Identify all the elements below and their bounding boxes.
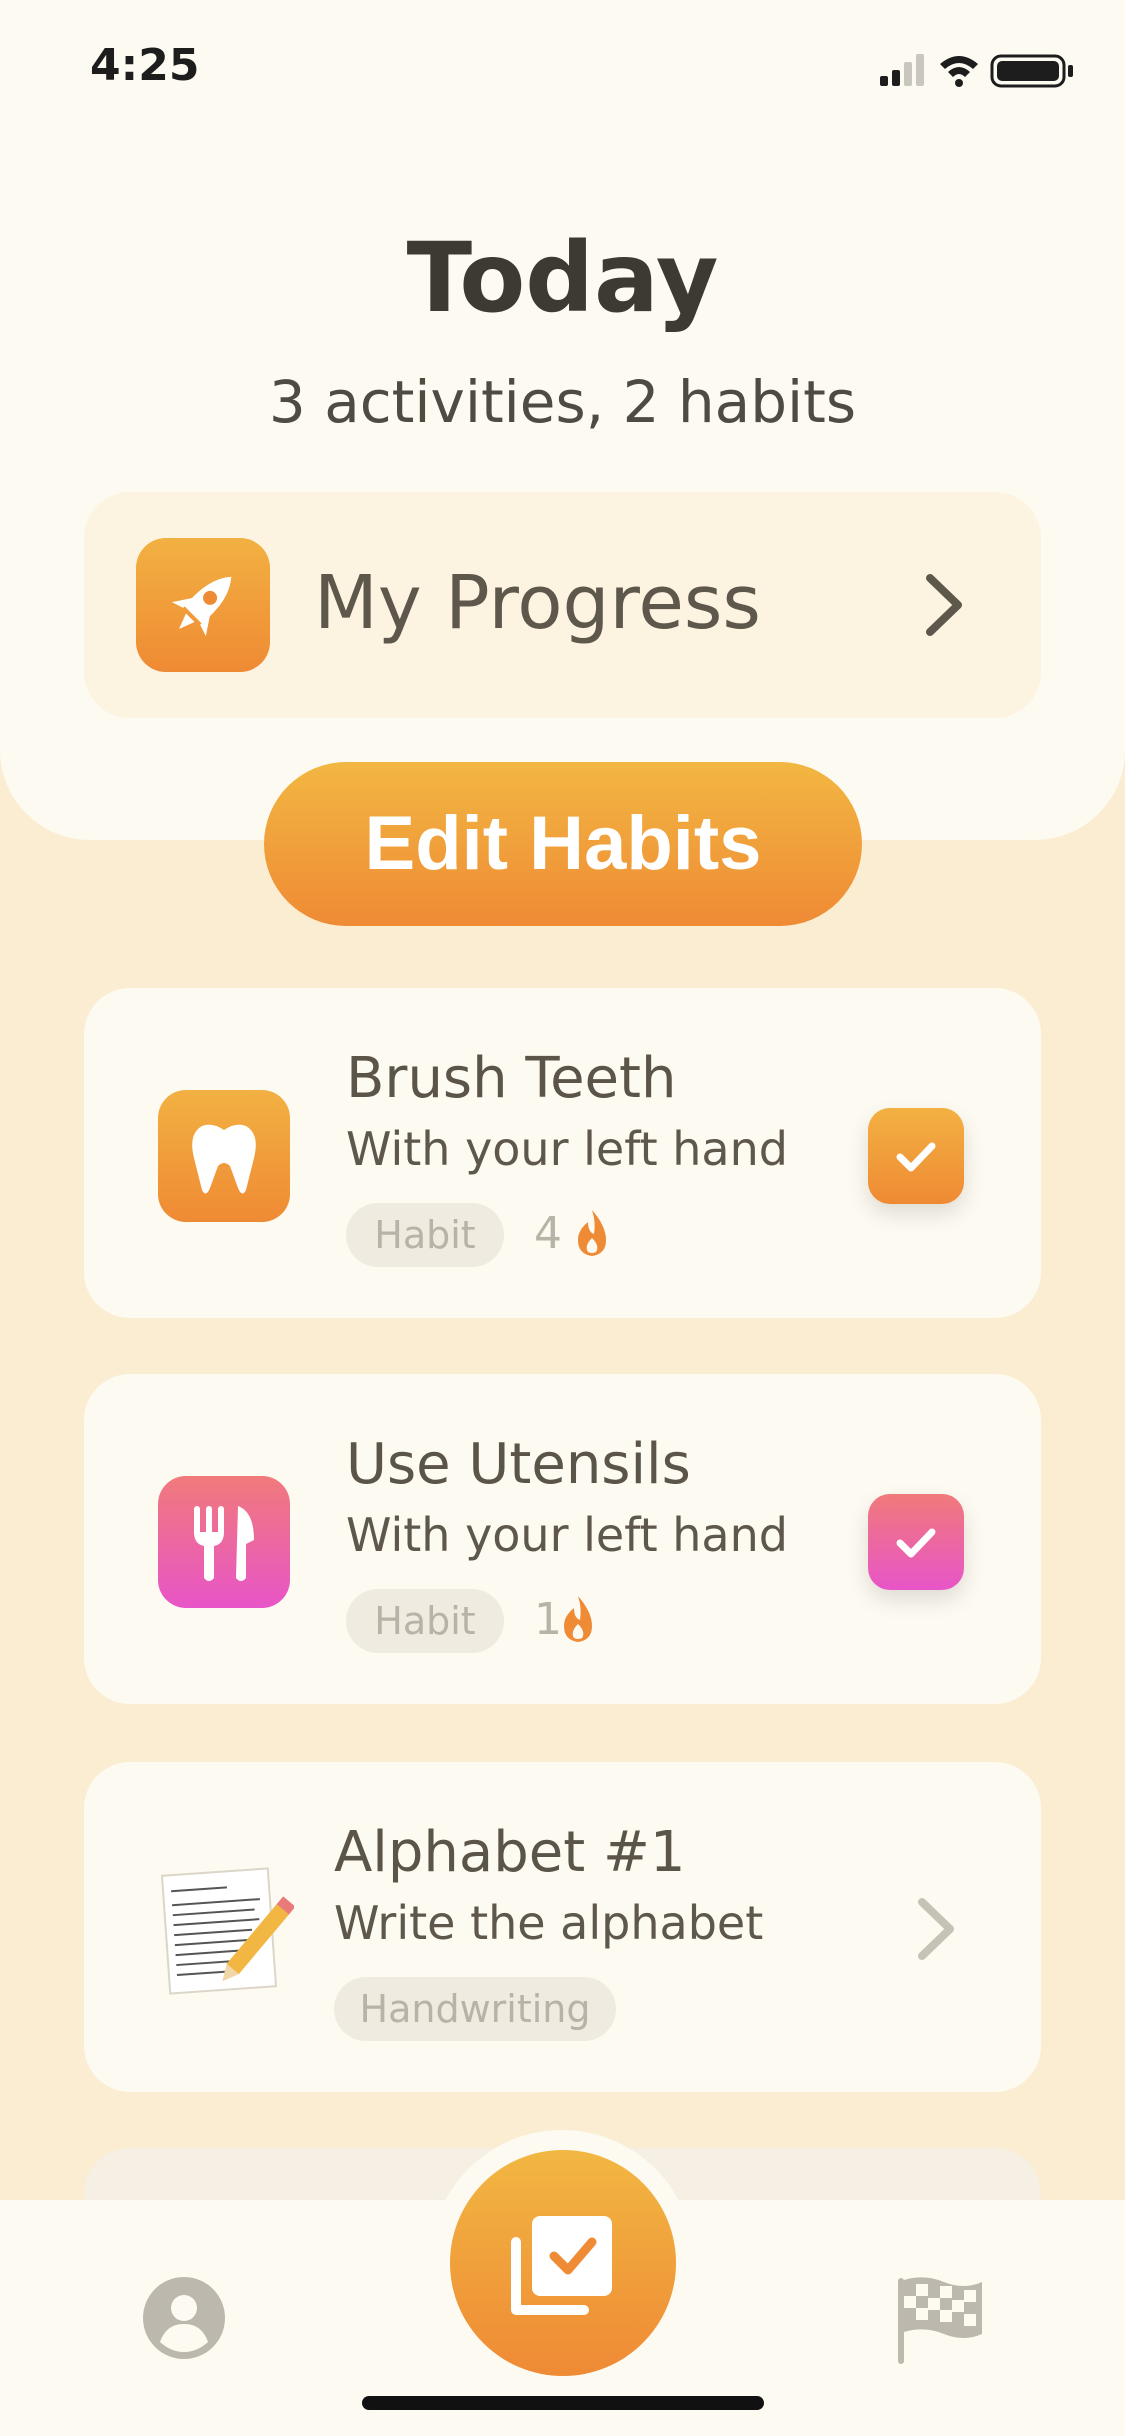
flame-icon: [564, 1596, 592, 1642]
activities-check-icon: [511, 2216, 612, 2315]
checkmark-icon: [896, 1528, 936, 1558]
checkmark-icon: [896, 1142, 936, 1172]
battery-icon: [990, 54, 1073, 88]
edit-habits-button[interactable]: Edit Habits: [264, 762, 862, 926]
activity-title: Brush Teeth: [346, 1046, 677, 1111]
flame-icon: [578, 1210, 606, 1256]
rocket-icon: [136, 538, 270, 672]
tag-habit: Habit: [346, 1589, 504, 1653]
activity-title: Alphabet #1: [334, 1820, 686, 1885]
tag-handwriting: Handwriting: [334, 1977, 616, 2041]
chevron-right-icon: [926, 574, 962, 636]
activity-subtitle: Write the alphabet: [334, 1896, 764, 1950]
status-icons: [880, 54, 1073, 88]
fork-knife-icon: [158, 1476, 290, 1608]
streak-count: 4: [534, 1208, 562, 1259]
home-indicator: [362, 2396, 764, 2410]
tag-habit: Habit: [346, 1203, 504, 1267]
profile-icon[interactable]: [142, 2276, 226, 2360]
complete-checkbox[interactable]: [868, 1108, 964, 1204]
checkered-flag-icon[interactable]: [894, 2272, 986, 2368]
activities-tab-button[interactable]: [450, 2150, 676, 2376]
wifi-icon: [940, 56, 978, 87]
page-title: Today: [406, 222, 719, 334]
activity-subtitle: With your left hand: [346, 1508, 788, 1562]
status-time: 4:25: [90, 40, 200, 91]
cellular-signal-icon: [880, 54, 924, 86]
handwriting-note-icon: [160, 1867, 294, 1995]
complete-checkbox[interactable]: [868, 1494, 964, 1590]
page-subtitle: 3 activities, 2 habits: [268, 368, 857, 436]
tooth-icon: [158, 1090, 290, 1222]
activity-subtitle: With your left hand: [346, 1122, 788, 1176]
my-progress-label: My Progress: [314, 560, 761, 646]
activity-title: Use Utensils: [346, 1432, 691, 1497]
chevron-right-icon: [918, 1898, 954, 1960]
